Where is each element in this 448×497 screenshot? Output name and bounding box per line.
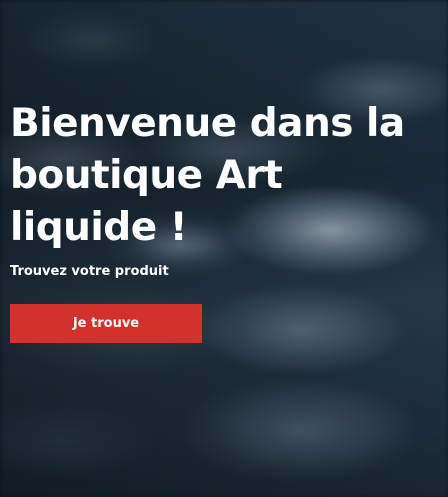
hero-title: Bienvenue dans la boutique Art liquide ! [10, 101, 405, 250]
hero-content: Bienvenue dans la boutique Art liquide !… [10, 98, 440, 343]
hero-banner: Bienvenue dans la boutique Art liquide !… [0, 0, 448, 497]
hero-subtitle: Trouvez votre produit [10, 264, 169, 279]
find-product-button[interactable]: Je trouve [10, 304, 202, 343]
